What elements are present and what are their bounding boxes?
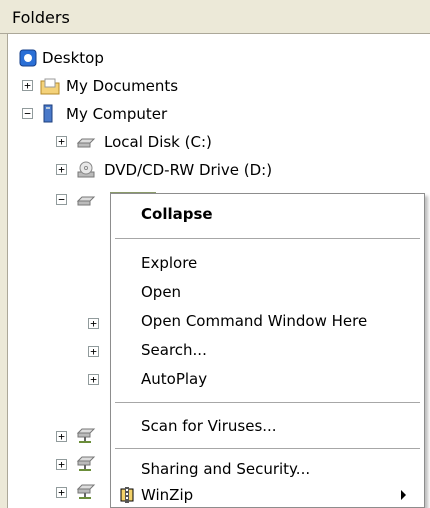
hard-drive-icon bbox=[76, 196, 96, 206]
dvd-drive-icon bbox=[77, 161, 95, 178]
desktop-icon bbox=[19, 49, 37, 67]
folder-icon bbox=[40, 78, 60, 95]
network-drive-icon bbox=[76, 456, 96, 471]
pane-title: Folders bbox=[12, 8, 70, 27]
tree-item-label: DVD/CD-RW Drive (D:) bbox=[104, 161, 273, 179]
menu-item-collapse[interactable]: Collapse bbox=[141, 205, 213, 223]
folders-pane-header: Folders bbox=[0, 0, 430, 34]
menu-item-open-command-window[interactable]: Open Command Window Here bbox=[141, 312, 367, 330]
tree-item-label: My Documents bbox=[66, 77, 179, 95]
menu-item-autoplay[interactable]: AutoPlay bbox=[141, 370, 207, 388]
menu-separator bbox=[115, 448, 420, 449]
menu-item-winzip[interactable]: WinZip bbox=[111, 484, 424, 506]
network-drive-icon bbox=[76, 428, 96, 443]
tree-item-label: Local Disk (C:) bbox=[104, 133, 212, 151]
menu-item-label: WinZip bbox=[141, 486, 194, 504]
tree-item-label: Desktop bbox=[42, 49, 104, 67]
expand-icon[interactable]: + bbox=[88, 318, 99, 329]
expand-icon[interactable]: + bbox=[88, 374, 99, 385]
menu-item-sharing-and-security[interactable]: Sharing and Security... bbox=[141, 460, 310, 478]
collapse-icon[interactable]: − bbox=[22, 108, 33, 119]
expand-icon[interactable]: + bbox=[88, 346, 99, 357]
computer-icon bbox=[43, 104, 53, 123]
menu-separator bbox=[115, 238, 420, 239]
hard-drive-icon bbox=[76, 138, 96, 148]
submenu-arrow-icon bbox=[401, 490, 406, 500]
expand-icon[interactable]: + bbox=[22, 80, 33, 91]
expand-icon[interactable]: + bbox=[56, 431, 67, 442]
menu-item-open[interactable]: Open bbox=[141, 283, 181, 301]
expand-icon[interactable]: + bbox=[56, 164, 67, 175]
tree-item-dvd-drive[interactable]: + DVD/CD-RW Drive (D:) bbox=[0, 158, 300, 182]
tree-item-local-disk[interactable]: + Local Disk (C:) bbox=[0, 130, 230, 154]
context-menu: Collapse Explore Open Open Command Windo… bbox=[110, 193, 425, 508]
tree-item-desktop[interactable]: Desktop bbox=[0, 46, 200, 70]
menu-item-explore[interactable]: Explore bbox=[141, 254, 197, 272]
expand-icon[interactable]: + bbox=[56, 459, 67, 470]
menu-item-search[interactable]: Search... bbox=[141, 341, 207, 359]
tree-item-my-documents[interactable]: + My Documents bbox=[0, 74, 230, 98]
expand-icon[interactable]: + bbox=[56, 487, 67, 498]
expand-icon[interactable]: + bbox=[56, 136, 67, 147]
collapse-icon[interactable]: − bbox=[56, 194, 67, 205]
menu-separator bbox=[115, 402, 420, 403]
tree-item-label: My Computer bbox=[66, 105, 168, 123]
tree-item-my-computer[interactable]: − My Computer bbox=[0, 102, 230, 126]
winzip-icon bbox=[120, 487, 134, 503]
menu-item-scan-for-viruses[interactable]: Scan for Viruses... bbox=[141, 417, 277, 435]
network-drive-icon bbox=[76, 484, 96, 499]
